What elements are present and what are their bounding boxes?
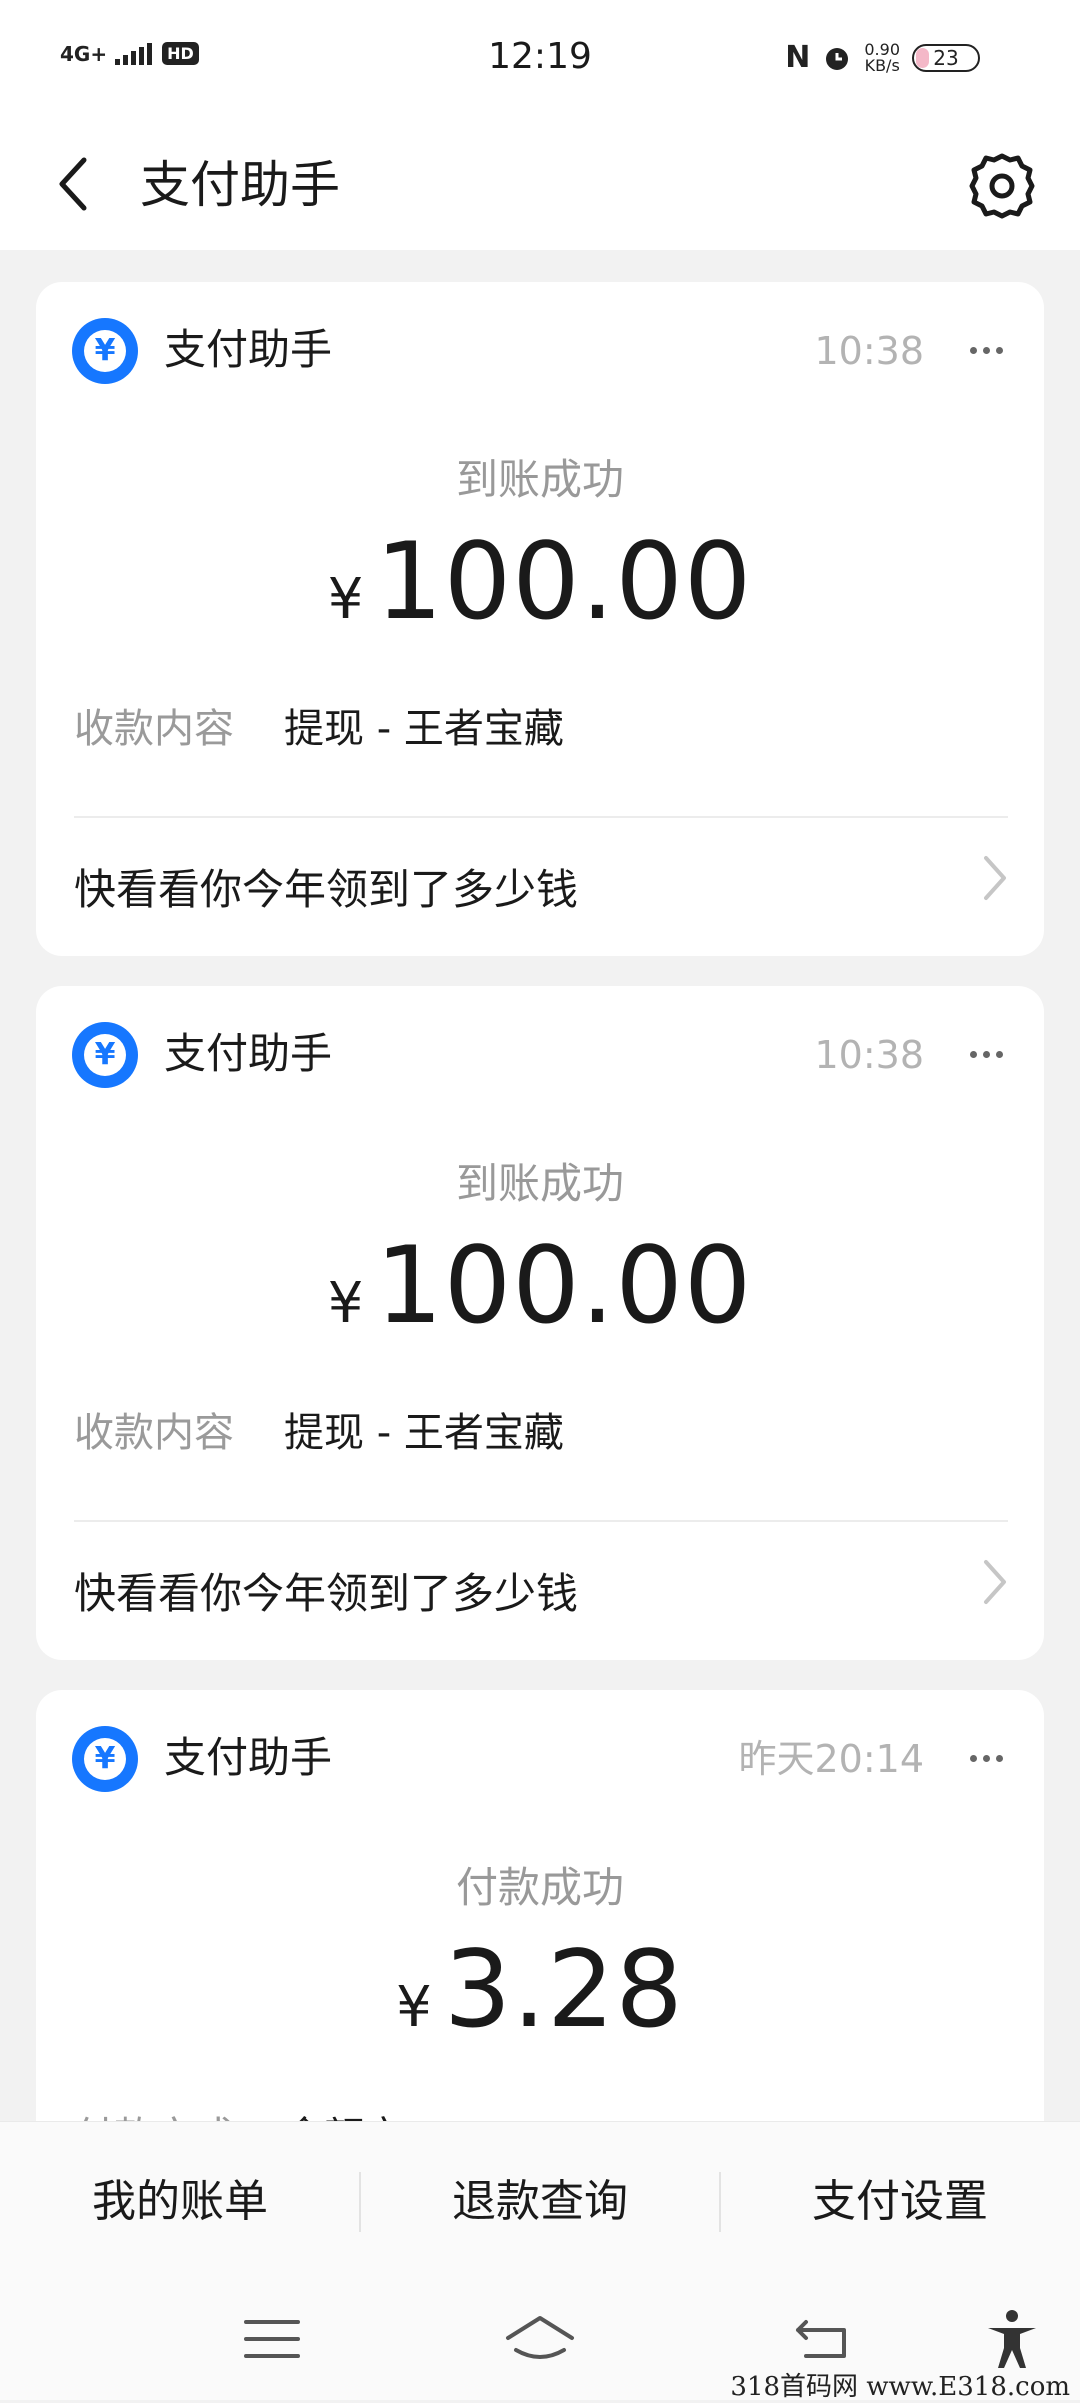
status-bar: 4G+ HD 12:19 N 0.90 KB/s 23 [0,0,1080,120]
back-icon[interactable] [784,2304,864,2374]
payment-card[interactable]: ¥ 支付助手 昨天20:14 付款成功 ¥3.28 付款方式 余额宝 [36,1690,1044,2122]
payment-status: 到账成功 [455,455,624,504]
card-header: ¥ 支付助手 昨天20:14 [36,1690,1044,1824]
yuan-coin-icon: ¥ [72,1022,138,1088]
menu-icon[interactable] [232,2304,312,2374]
message-time: 昨天20:14 [738,1737,924,1781]
menu-payment-settings[interactable]: 支付设置 [720,2122,1080,2282]
accessibility-icon[interactable] [972,2304,1052,2374]
chevron-right-icon[interactable] [974,1556,1014,1608]
currency-symbol: ¥ [327,1271,364,1336]
payment-card[interactable]: ¥ 支付助手 10:38 到账成功 ¥100.00 收款内容 提现 - 王者宝藏… [36,986,1044,1660]
annual-summary-link[interactable]: 快看看你今年领到了多少钱 [74,856,578,917]
detail-label: 付款方式 [74,2104,234,2122]
network-speed: 0.90 KB/s [864,41,900,75]
card-header: ¥ 支付助手 10:38 [36,986,1044,1120]
payment-status: 付款成功 [455,1863,624,1912]
yuan-coin-icon: ¥ [72,318,138,384]
card-header: ¥ 支付助手 10:38 [36,282,1044,416]
amount: ¥100.00 [36,1224,1044,1347]
speed-unit: KB/s [864,55,900,75]
currency-symbol: ¥ [396,1975,432,2040]
chevron-left-icon[interactable] [40,148,112,220]
divider [74,816,1008,818]
divider [74,1520,1008,1522]
menu-refund-query[interactable]: 退款查询 [360,2122,720,2282]
more-icon[interactable] [958,1734,1014,1782]
battery-icon: 23 [912,43,980,72]
menu-my-bills[interactable]: 我的账单 [0,2122,360,2282]
detail-value: 余额宝 [284,2104,404,2122]
message-list[interactable]: ¥ 支付助手 10:38 到账成功 ¥100.00 收款内容 提现 - 王者宝藏… [0,250,1080,2122]
sender-name: 支付助手 [164,1733,333,1782]
detail-value: 提现 - 王者宝藏 [284,1410,564,1456]
sender-name: 支付助手 [164,1029,333,1078]
payment-card[interactable]: ¥ 支付助手 10:38 到账成功 ¥100.00 收款内容 提现 - 王者宝藏… [36,282,1044,956]
amount-value: 100.00 [375,520,753,643]
message-time: 10:38 [814,329,924,373]
watermark: 318首码网 www.E318.com [730,2372,1070,2402]
detail-label: 收款内容 [74,1410,234,1456]
chevron-right-icon[interactable] [974,852,1014,904]
amount: ¥3.28 [36,1928,1044,2051]
amount: ¥100.00 [36,520,1044,643]
bottom-menu: 我的账单 退款查询 支付设置 [0,2122,1080,2282]
home-icon[interactable] [500,2304,580,2374]
detail-value: 提现 - 王者宝藏 [284,706,564,752]
amount-value: 100.00 [375,1224,753,1347]
currency-symbol: ¥ [327,567,364,632]
nfc-icon: N [785,40,811,75]
gear-icon[interactable] [964,148,1040,224]
message-time: 10:38 [814,1033,924,1077]
more-icon[interactable] [958,326,1014,374]
status-right-group: N 0.90 KB/s 23 [785,40,980,75]
battery-level: 23 [933,45,959,70]
page-title: 支付助手 [140,156,340,214]
yuan-coin-icon: ¥ [72,1726,138,1792]
payment-status: 到账成功 [455,1159,624,1208]
annual-summary-link[interactable]: 快看看你今年领到了多少钱 [74,1560,578,1621]
alarm-icon [826,47,849,70]
app-header: 支付助手 [0,120,1080,250]
more-icon[interactable] [958,1030,1014,1078]
detail-label: 收款内容 [74,706,234,752]
sender-name: 支付助手 [164,325,333,374]
amount-value: 3.28 [443,1928,684,2051]
